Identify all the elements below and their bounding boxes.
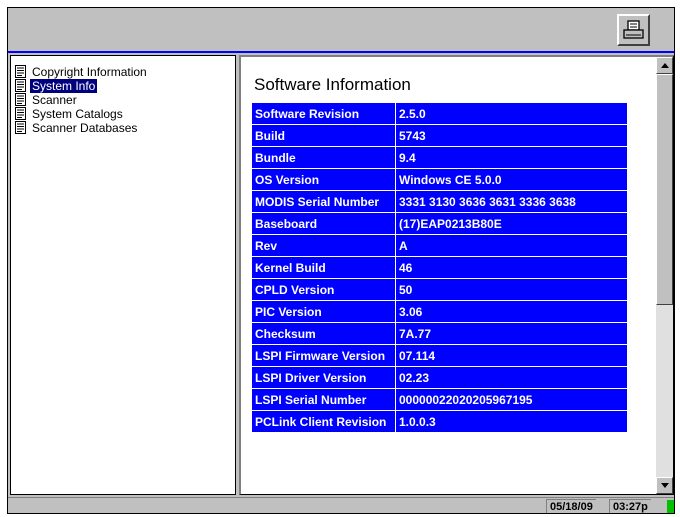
row-value: Windows CE 5.0.0 xyxy=(395,168,628,191)
tree-item-label: Copyright Information xyxy=(32,64,147,79)
table-row: Baseboard (17)EAP0213B80E xyxy=(251,212,628,235)
row-value: 02.23 xyxy=(395,366,628,389)
table-row: LSPI Serial Number 00000022020205967195 xyxy=(251,388,628,411)
status-bar: 05/18/09 03:27p xyxy=(8,497,674,513)
tree-item[interactable]: Scanner xyxy=(15,92,79,107)
row-value: 2.5.0 xyxy=(395,102,628,125)
table-row: Bundle 9.4 xyxy=(251,146,628,169)
row-value: 50 xyxy=(395,278,628,301)
tree-item-label: System Catalogs xyxy=(32,106,123,121)
row-value: (17)EAP0213B80E xyxy=(395,212,628,235)
table-row: Checksum 7A.77 xyxy=(251,322,628,345)
printer-icon xyxy=(623,20,644,39)
scroll-thumb[interactable] xyxy=(656,74,673,305)
row-value: 9.4 xyxy=(395,146,628,169)
row-key: PIC Version xyxy=(251,300,396,323)
table-row: Kernel Build 46 xyxy=(251,256,628,279)
scroll-down-button[interactable] xyxy=(656,477,673,494)
tree-item[interactable]: Copyright Information xyxy=(15,64,149,79)
print-button[interactable] xyxy=(617,14,650,46)
scroll-up-button[interactable] xyxy=(656,57,673,74)
arrow-up-icon xyxy=(661,63,669,68)
row-key: CPLD Version xyxy=(251,278,396,301)
row-key: OS Version xyxy=(251,168,396,191)
arrow-down-icon xyxy=(661,483,669,488)
row-value: 1.0.0.3 xyxy=(395,410,628,433)
tree-item[interactable]: System Info xyxy=(15,78,98,93)
row-value: 07.114 xyxy=(395,344,628,367)
vertical-scrollbar[interactable] xyxy=(656,57,673,494)
row-value: 46 xyxy=(395,256,628,279)
row-key: Checksum xyxy=(251,322,396,345)
document-icon xyxy=(15,93,26,106)
row-value: 3331 3130 3636 3631 3336 3638 xyxy=(395,190,628,213)
table-row: PCLink Client Revision 1.0.0.3 xyxy=(251,410,628,433)
row-key: MODIS Serial Number xyxy=(251,190,396,213)
row-key: LSPI Driver Version xyxy=(251,366,396,389)
tree-item[interactable]: System Catalogs xyxy=(15,106,125,121)
status-indicator xyxy=(667,500,674,513)
document-icon xyxy=(15,65,26,78)
app-window: Copyright Information System Info Scanner S… xyxy=(7,7,675,514)
section-title: Software Information xyxy=(254,75,411,94)
table-row: LSPI Driver Version 02.23 xyxy=(251,366,628,389)
row-key: Build xyxy=(251,124,396,147)
row-key: LSPI Serial Number xyxy=(251,388,396,411)
tree-pane: Copyright Information System Info Scanner S… xyxy=(10,55,236,495)
row-value: 3.06 xyxy=(395,300,628,323)
table-row: MODIS Serial Number 3331 3130 3636 3631 3… xyxy=(251,190,628,213)
toolbar xyxy=(8,8,674,51)
row-key: PCLink Client Revision xyxy=(251,410,396,433)
row-key: Bundle xyxy=(251,146,396,169)
tree-item[interactable]: Scanner Databases xyxy=(15,120,139,135)
software-info-table: Software Revision 2.5.0 Build 5743 Bundle 9.4… xyxy=(251,102,628,433)
table-row: Build 5743 xyxy=(251,124,628,147)
tree-item-label: System Info xyxy=(30,78,98,93)
tree-item-label: Scanner xyxy=(32,92,77,107)
status-time: 03:27p xyxy=(609,499,651,513)
row-key: Baseboard xyxy=(251,212,396,235)
table-row: OS Version Windows CE 5.0.0 xyxy=(251,168,628,191)
row-key: LSPI Firmware Version xyxy=(251,344,396,367)
tree-item-label: Scanner Databases xyxy=(32,120,138,135)
row-value: 7A.77 xyxy=(395,322,628,345)
table-row: Software Revision 2.5.0 xyxy=(251,102,628,125)
row-value: 5743 xyxy=(395,124,628,147)
row-key: Rev xyxy=(251,234,396,257)
toolbar-divider xyxy=(8,51,674,53)
table-row: Rev A xyxy=(251,234,628,257)
status-date: 05/18/09 xyxy=(546,499,596,513)
table-row: PIC Version 3.06 xyxy=(251,300,628,323)
document-icon xyxy=(15,121,26,134)
row-key: Software Revision xyxy=(251,102,396,125)
row-key: Kernel Build xyxy=(251,256,396,279)
row-value: A xyxy=(395,234,628,257)
detail-pane: Software Information Software Revision 2.… xyxy=(239,55,674,495)
document-icon xyxy=(15,79,26,92)
row-value: 00000022020205967195 xyxy=(395,388,628,411)
document-icon xyxy=(15,107,26,120)
table-row: LSPI Firmware Version 07.114 xyxy=(251,344,628,367)
table-row: CPLD Version 50 xyxy=(251,278,628,301)
